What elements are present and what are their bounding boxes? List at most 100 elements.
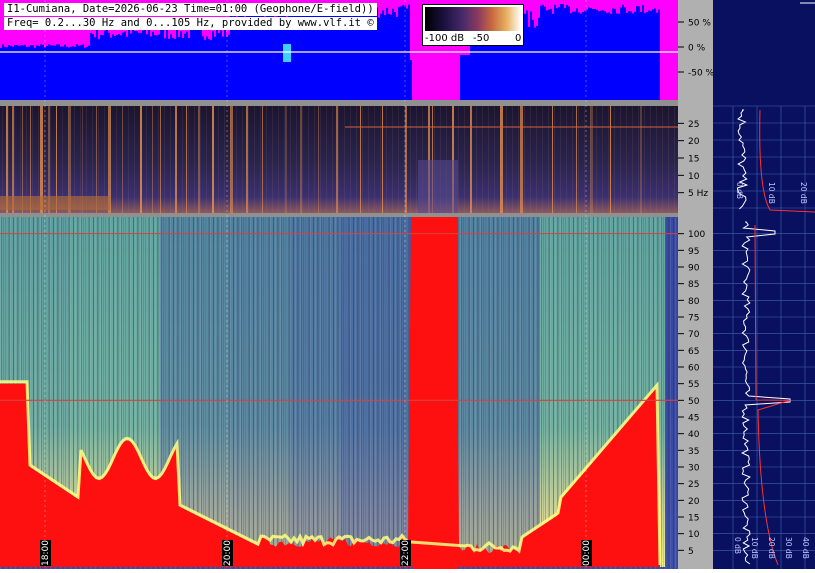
low-tick-label: 15 [688,155,699,165]
panel-separator-2 [0,213,678,217]
amp-bar [656,12,658,100]
amp-bar [530,11,532,100]
hi-tick-label: 80 [688,297,700,307]
amp-bar [398,7,400,100]
amp-bar [588,7,590,101]
colorscale-label-max: 0 [515,33,522,44]
amp-bar [382,10,384,101]
amp-bar [392,8,394,100]
amp-bar [580,13,582,100]
amp-bar [406,8,408,101]
amp-bar [568,6,570,101]
amp-bar [410,60,412,100]
amp-bar [582,12,584,100]
amp-bar [32,45,34,100]
amp-bar [134,31,136,100]
hi-tick-label: 10 [688,530,700,540]
amp-bar [96,27,98,101]
amp-bar [162,27,164,100]
amp-bar [550,8,552,100]
low-streak [500,106,503,213]
hi-tick-label: 35 [688,447,699,457]
amp-bar [150,36,152,100]
side-db-label: 0 dB [733,537,742,554]
hi-tick-label: 20 [688,497,700,507]
amp-bar [148,30,150,100]
amp-bar [182,37,184,100]
amp-bar [70,46,72,100]
amp-bar [654,8,656,100]
side-panel-amp-bg [713,0,815,100]
amp-bar [76,44,78,100]
low-streak [186,106,187,213]
amp-bar [224,27,226,100]
amp-bar [648,10,650,100]
amp-bar [388,13,390,100]
amp-bar [532,19,534,100]
amp-bar [46,45,48,100]
amp-bar [190,27,192,100]
amp-bar [112,34,114,100]
low-streak [140,106,142,213]
header-line-1: I1-Cumiana, Date=2026-06-23 Time=01:00 (… [4,3,377,16]
hi-tick-label: 85 [688,280,699,290]
amp-bar [604,11,606,101]
amp-bar [146,34,148,100]
amp-bar [216,29,218,100]
amp-bar [220,30,222,100]
amp-bar [154,35,156,101]
low-frequency-orange-band [0,196,110,210]
amp-bar [116,34,118,100]
time-label: 22:00 [400,540,411,566]
amp-bar [82,44,84,100]
header-line-2: Freq= 0.2...30 Hz and 0...105 Hz, provid… [4,17,377,30]
hi-tick-label: 50 [688,397,700,407]
amp-bar [194,27,196,100]
colorscale-bar [425,7,521,31]
amp-bar [222,36,224,100]
low-streak [230,106,233,213]
hi-tick-label: 100 [688,230,705,240]
amp-bar [596,9,598,100]
colorscale-label-min: -100 dB [425,33,465,44]
amp-bar [168,38,170,100]
amp-bar [108,32,110,100]
red-column [413,217,458,569]
amp-bar [66,46,68,100]
amp-bar [212,31,214,100]
amp-bar [26,47,28,100]
low-streak [262,106,263,213]
amp-bar [24,44,26,100]
amp-bar [138,32,140,100]
amp-bar [62,46,64,100]
amp-bar [564,8,566,100]
amp-bar [558,7,560,101]
amp-bar [552,13,554,101]
amp-bar [526,10,528,100]
amp-bar [534,27,536,101]
side-db-label: 0 dB [735,182,744,199]
amp-bar [164,38,166,100]
amp-bar [120,35,122,101]
amp-bar [600,10,602,100]
amp-bar [22,45,24,100]
amp-bar [210,39,212,100]
low-streak [360,106,361,213]
amp-bar [84,47,86,100]
amp-bar [170,34,172,100]
amp-bar [400,6,402,100]
amp-bar [74,46,76,100]
amp-bar [236,17,238,101]
amp-bar [612,8,614,100]
amp-bar [598,11,600,100]
low-streak [198,106,200,213]
amp-bar [208,38,210,100]
amp-bar [244,17,246,100]
amp-bar [14,44,16,100]
amp-bar [16,44,18,100]
amp-bar [122,32,124,100]
side-db-label: 20 dB [767,537,776,559]
hi-tick-label: 25 [688,480,699,490]
low-frequency-panel [0,106,678,213]
amp-bar [94,37,96,100]
